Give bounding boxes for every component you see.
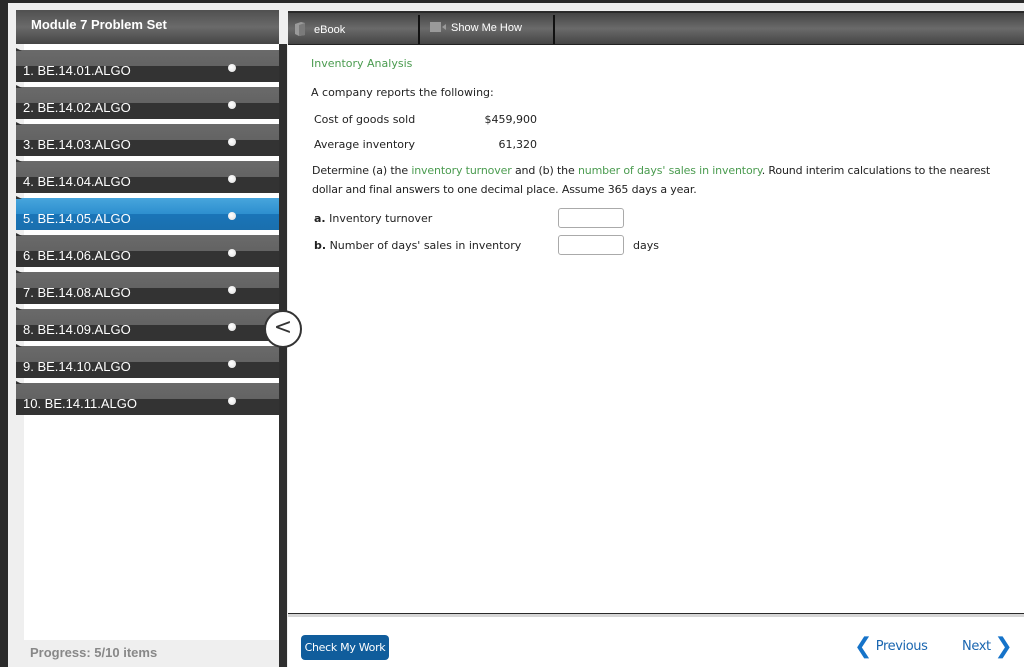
instructions-line-1: Determine (a) the inventory turnover and…	[312, 164, 990, 177]
sidebar-item-5[interactable]: 5. BE.14.05.ALGO	[16, 196, 279, 230]
answer-label: Inventory turnover	[329, 212, 433, 225]
sidebar-item-label: 1. BE.14.01.ALGO	[23, 63, 131, 78]
sidebar-item-4[interactable]: 4. BE.14.04.ALGO	[16, 159, 279, 193]
status-dot-icon	[228, 286, 236, 294]
ebook-label: eBook	[314, 24, 346, 36]
sidebar-item-2[interactable]: 2. BE.14.02.ALGO	[16, 85, 279, 119]
sidebar-item-6[interactable]: 6. BE.14.06.ALGO	[16, 233, 279, 267]
instructions-text: . Round interim calculations to the near…	[761, 164, 991, 177]
sidebar-item-label: 7. BE.14.08.ALGO	[23, 285, 131, 300]
data-row-label: Average inventory	[314, 138, 416, 151]
app-window: Module 7 Problem Set 1. BE.14.01.ALGO 2.…	[0, 0, 1024, 667]
glossary-term[interactable]: inventory turnover	[411, 164, 511, 177]
sidebar-item-label: 9. BE.14.10.ALGO	[23, 359, 131, 374]
answer-label: Number of days' sales in inventory	[329, 239, 522, 252]
collapse-sidebar-button[interactable]: <	[264, 310, 302, 348]
video-camera-icon	[430, 22, 446, 32]
sidebar-item-1[interactable]: 1. BE.14.01.ALGO	[16, 48, 279, 82]
status-dot-icon	[228, 101, 236, 109]
ebook-button[interactable]: eBook	[294, 13, 345, 45]
chevron-left-icon: ❮	[854, 634, 873, 659]
sidebar-item-label: 6. BE.14.06.ALGO	[23, 248, 131, 263]
sidebar-item-label: 2. BE.14.02.ALGO	[23, 100, 131, 115]
sidebar-item-label: 8. BE.14.09.ALGO	[23, 322, 131, 337]
instructions-text: Determine (a) the	[312, 164, 412, 177]
toolbar: eBook Show Me How	[288, 13, 1024, 45]
answer-letter: a.	[314, 212, 326, 225]
status-dot-icon	[228, 64, 236, 72]
sidebar-item-label: 3. BE.14.03.ALGO	[23, 137, 131, 152]
next-label: Next	[962, 639, 991, 654]
problem-intro: A company reports the following:	[311, 86, 494, 99]
sidebar-item-7[interactable]: 7. BE.14.08.ALGO	[16, 270, 279, 304]
status-dot-icon	[228, 175, 236, 183]
instructions-text: and (b) the	[511, 164, 578, 177]
status-dot-icon	[228, 360, 236, 368]
toolbar-separator	[553, 15, 555, 44]
book-icon	[295, 22, 305, 36]
days-unit-label: days	[633, 239, 659, 252]
status-dot-icon	[228, 138, 236, 146]
status-dot-icon	[228, 397, 236, 405]
show-me-how-label: Show Me How	[451, 22, 522, 34]
panel-divider	[279, 44, 287, 667]
problem-title: Inventory Analysis	[311, 57, 413, 70]
sidebar-item-3[interactable]: 3. BE.14.03.ALGO	[16, 122, 279, 156]
glossary-term[interactable]: number of days' sales in inventory	[578, 164, 762, 177]
answer-b-label: b. Number of days' sales in inventory	[314, 239, 521, 252]
status-dot-icon	[228, 323, 236, 331]
progress-text: Progress: 5/10 items	[30, 645, 158, 660]
previous-button[interactable]: ❮ Previous	[854, 634, 928, 659]
chevron-left-icon: <	[273, 315, 293, 340]
check-my-work-button[interactable]: Check My Work	[301, 635, 389, 660]
status-dot-icon	[228, 249, 236, 257]
answer-a-label: a. Inventory turnover	[314, 212, 432, 225]
sidebar-item-10[interactable]: 10. BE.14.11.ALGO	[16, 381, 279, 415]
toolbar-separator	[418, 15, 420, 44]
days-sales-input[interactable]	[558, 235, 624, 255]
previous-label: Previous	[875, 639, 928, 654]
problem-list: 1. BE.14.01.ALGO 2. BE.14.02.ALGO 3. BE.…	[16, 48, 279, 420]
problem-content: Inventory Analysis A company reports the…	[288, 45, 1024, 613]
next-button[interactable]: Next ❯	[962, 634, 1013, 659]
data-row-value: 61,320	[498, 138, 538, 151]
status-dot-icon	[228, 212, 236, 220]
show-me-how-button[interactable]: Show Me How	[430, 13, 522, 45]
instructions-line-2: dollar and final answers to one decimal …	[312, 183, 697, 196]
sidebar-item-label: 5. BE.14.05.ALGO	[23, 211, 131, 226]
inventory-turnover-input[interactable]	[558, 208, 624, 228]
answer-letter: b.	[314, 239, 327, 252]
data-row-value: $459,900	[484, 113, 538, 126]
sidebar-item-label: 4. BE.14.04.ALGO	[23, 174, 131, 189]
data-row-label: Cost of goods sold	[314, 113, 416, 126]
sidebar-item-label: 10. BE.14.11.ALGO	[23, 396, 137, 411]
chevron-right-icon: ❯	[994, 634, 1013, 659]
module-title: Module 7 Problem Set	[16, 10, 279, 44]
sidebar-item-8[interactable]: 8. BE.14.09.ALGO	[16, 307, 279, 341]
sidebar-item-9[interactable]: 9. BE.14.10.ALGO	[16, 344, 279, 378]
footer-bar: Check My Work ❮ Previous Next ❯	[288, 614, 1024, 667]
